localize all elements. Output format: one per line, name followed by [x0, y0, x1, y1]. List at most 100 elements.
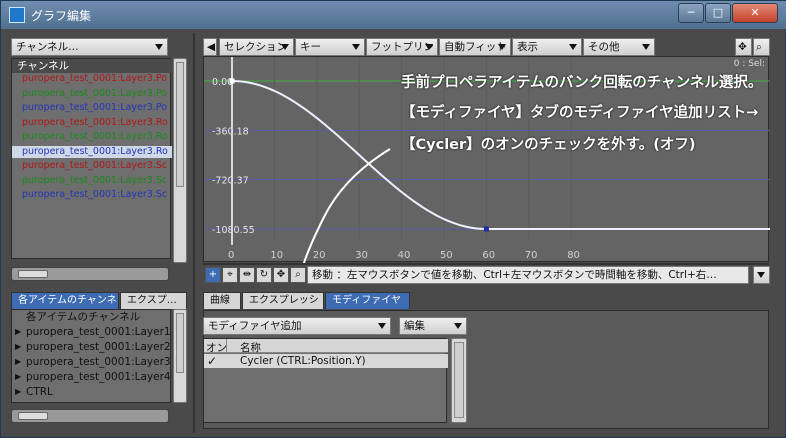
status-dropdown[interactable] — [753, 266, 770, 284]
item-row[interactable]: ▶ puropera_test_0001:Layer1 — [12, 325, 172, 339]
chevron-down-icon — [569, 44, 577, 50]
item-row[interactable]: ▶ puropera_test_0001:Layer2 — [12, 340, 172, 354]
item-list-header: 各アイテムのチャンネル — [26, 311, 141, 323]
hscroll-thumb[interactable] — [18, 270, 48, 278]
channel-item[interactable]: puropera_test_0001:Layer3.Po — [12, 73, 172, 85]
title-bar: グラフ編集 ─ □ ✕ — [1, 1, 786, 29]
annotation-arrow — [302, 148, 391, 263]
scroll-thumb[interactable] — [176, 62, 184, 187]
toolbar-menu[interactable]: セレクション — [219, 38, 294, 56]
x-tick-label: 80 — [567, 250, 580, 261]
expand-arrow-icon[interactable]: ▶ — [15, 340, 21, 354]
col-divider — [226, 339, 227, 352]
channel-item[interactable]: puropera_test_0001:Layer3.Sc — [12, 189, 172, 201]
add-point-icon[interactable]: ⌖ — [222, 267, 238, 283]
item-scroll-thumb[interactable] — [176, 313, 184, 373]
channel-item[interactable]: puropera_test_0001:Layer3.Po — [12, 102, 172, 114]
item-label: puropera_test_0001:Layer2 — [26, 341, 171, 353]
edit-label: 編集 — [404, 320, 425, 332]
x-tick-label: 30 — [355, 250, 368, 261]
annotation-3: 【Cycler】のオンのチェックを外す。(オフ) — [401, 137, 696, 153]
toolbar-menu[interactable]: キー — [295, 38, 365, 56]
minimize-button[interactable]: ─ — [678, 3, 704, 23]
edit-dropdown[interactable]: 編集 — [399, 317, 467, 335]
key-start[interactable] — [229, 78, 235, 84]
item-hscroll-thumb[interactable] — [18, 412, 48, 420]
tab-expression[interactable]: エクスプレッション — [242, 292, 324, 322]
tab-curve[interactable]: 曲線 — [203, 292, 241, 309]
modifier-list-header: オン 名称 — [204, 339, 448, 354]
rotate-icon[interactable]: ↻ — [256, 267, 272, 283]
zoom-tool-icon[interactable]: ⌕ — [290, 267, 306, 283]
annotation-2: 【モディファイヤ】タブのモディファイヤ追加リスト→ — [401, 105, 759, 121]
zoom-icon[interactable]: ⌕ — [753, 38, 770, 56]
channel-item[interactable]: puropera_test_0001:Layer3.Sc — [12, 175, 172, 187]
channel-list-scrollbar[interactable] — [173, 58, 187, 263]
channel-item[interactable]: puropera_test_0001:Layer3.Ro — [12, 145, 172, 158]
channel-item[interactable]: puropera_test_0001:Layer3.Ro — [12, 117, 172, 129]
modifier-scroll-thumb[interactable] — [454, 342, 464, 418]
item-row[interactable]: ▶ CTRL — [12, 385, 172, 399]
expand-arrow-icon[interactable]: ▶ — [15, 325, 21, 339]
chevron-down-icon — [498, 44, 506, 50]
toolbar-menu[interactable]: 表示 — [512, 38, 582, 56]
tab-modifier[interactable]: モディファイヤ — [325, 292, 410, 309]
move-view-icon[interactable]: ✥ — [735, 38, 752, 56]
key-end[interactable] — [483, 226, 489, 232]
channel-item[interactable]: puropera_test_0001:Layer3.Sc — [12, 160, 172, 172]
modifier-name: Cycler (CTRL:Position.Y) — [240, 355, 366, 367]
y-tick-label: -360.18 — [212, 126, 249, 137]
toolbar-menu[interactable]: その他 — [583, 38, 655, 56]
item-label: puropera_test_0001:Layer4 — [26, 371, 171, 383]
tab-expressions[interactable]: エクスプ… — [120, 292, 187, 309]
chevron-down-icon — [425, 44, 433, 50]
toolbar-menu[interactable]: 自動フィット — [439, 38, 511, 56]
maximize-button[interactable]: □ — [705, 3, 731, 23]
item-hscrollbar[interactable] — [11, 409, 169, 423]
toolbar-back-button[interactable]: ◀ — [203, 38, 217, 56]
status-bar: 移動 ：左マウスボタンで値を移動、Ctrl+左マウスボタンで時間軸を移動、Ctr… — [307, 266, 749, 284]
item-label: puropera_test_0001:Layer3 — [26, 356, 171, 368]
graph-editor-window: グラフ編集 ─ □ ✕ チャンネル… チャンネル puropera_test_0… — [0, 0, 786, 438]
graph-divider — [203, 263, 769, 265]
add-key-icon[interactable]: + — [205, 267, 221, 283]
tab-item-channels[interactable]: 各アイテムのチャンネル — [11, 292, 119, 322]
panel-splitter[interactable] — [193, 33, 195, 433]
toolbar-menu-label: その他 — [588, 41, 620, 53]
channel-item[interactable]: puropera_test_0001:Layer3.Po — [12, 88, 172, 100]
channel-hscrollbar[interactable] — [11, 267, 169, 281]
modifier-row[interactable]: ✓ Cycler (CTRL:Position.Y) — [204, 354, 448, 368]
add-modifier-dropdown[interactable]: モディファイヤ追加 — [203, 317, 391, 335]
expand-arrow-icon[interactable]: ▶ — [15, 385, 21, 399]
move-icon[interactable]: ✥ — [273, 267, 289, 283]
item-label: CTRL — [26, 386, 53, 398]
close-button[interactable]: ✕ — [732, 3, 778, 23]
chevron-down-icon — [155, 44, 163, 50]
modifier-scrollbar[interactable] — [451, 338, 467, 423]
stretch-icon[interactable]: ⇹ — [239, 267, 255, 283]
expand-arrow-icon[interactable]: ▶ — [15, 355, 21, 369]
toolbar-menu-label: セレクション — [224, 41, 287, 53]
enable-checkbox[interactable]: ✓ — [207, 354, 217, 368]
col-name: 名称 — [240, 342, 261, 354]
col-on: オン — [206, 342, 227, 354]
x-tick-label: 60 — [482, 250, 495, 261]
channel-item[interactable]: puropera_test_0001:Layer3.Ro — [12, 131, 172, 143]
chevron-down-icon — [281, 44, 289, 50]
channel-dropdown-label: チャンネル… — [16, 41, 79, 53]
toolbar-menu-label: 表示 — [517, 41, 538, 53]
toolbar-menu[interactable]: フットプリント — [366, 38, 438, 56]
item-row[interactable]: ▶ puropera_test_0001:Layer3 — [12, 355, 172, 369]
expand-arrow-icon[interactable]: ▶ — [15, 370, 21, 384]
x-tick-label: 10 — [270, 250, 283, 261]
item-list-scrollbar[interactable] — [173, 309, 187, 403]
x-tick-label: 0 — [228, 250, 234, 261]
x-tick-label: 50 — [440, 250, 453, 261]
status-mode: 移動 — [312, 269, 333, 281]
channel-dropdown[interactable]: チャンネル… — [11, 38, 168, 56]
sel-label: 0 : Sel: — [733, 59, 765, 69]
add-modifier-label: モディファイヤ追加 — [208, 320, 302, 332]
item-row[interactable]: ▶ puropera_test_0001:Layer4 — [12, 370, 172, 384]
chevron-down-icon — [757, 272, 765, 278]
chevron-down-icon — [454, 323, 462, 329]
